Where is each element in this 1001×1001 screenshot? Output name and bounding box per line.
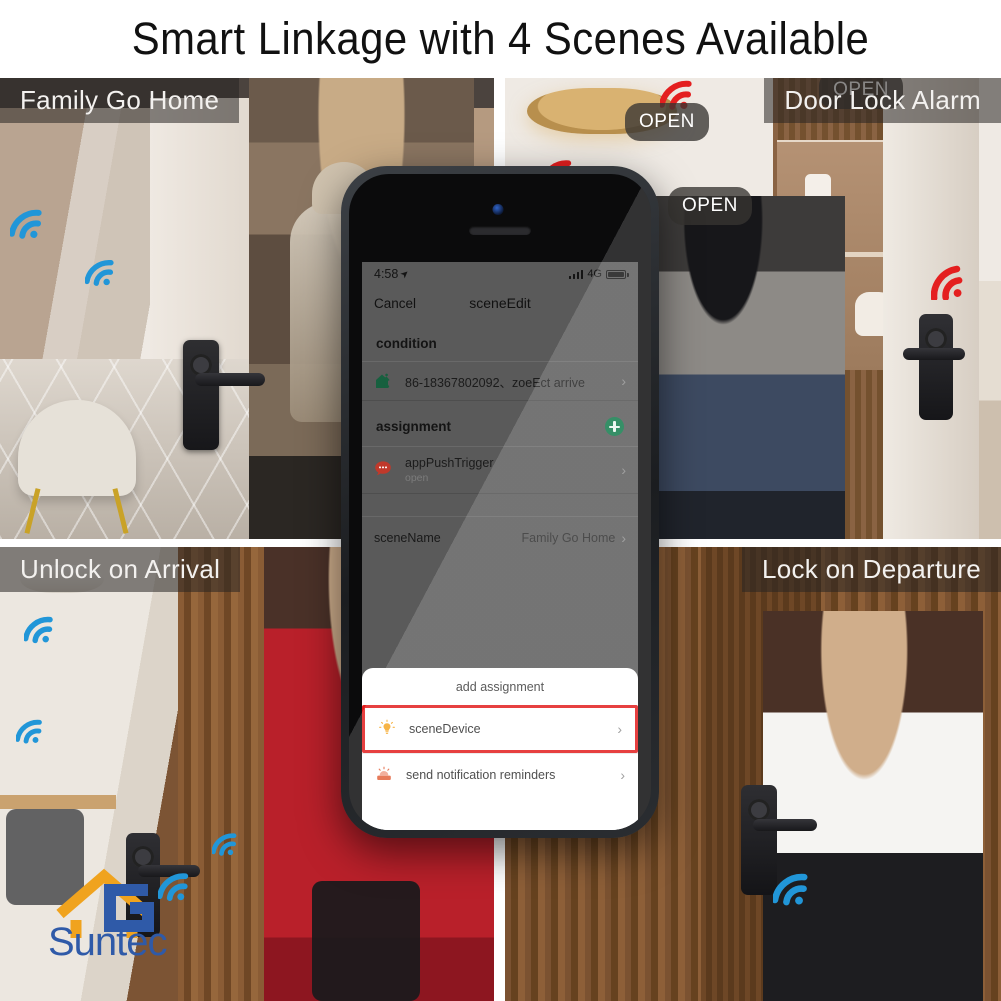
plus-circle-icon[interactable] <box>605 417 624 436</box>
assignment-row[interactable]: appPushTrigger open › <box>362 446 638 494</box>
sheet-item-scene-device[interactable]: sceneDevice › <box>362 705 638 753</box>
assignment-row-text: appPushTrigger open <box>405 456 610 484</box>
brand-name: Suntec <box>48 920 168 964</box>
smart-door-lock <box>919 314 953 420</box>
wifi-signal-icon <box>24 609 64 645</box>
home-person-arrive-icon <box>374 371 394 391</box>
assignment-header-label: assignment <box>376 419 452 434</box>
phone-mockup: 4:58 ➤ 4G Cancel sceneEdit condition 86-… <box>341 166 659 838</box>
bulb-icon <box>378 719 398 739</box>
alarm-signal-icon <box>931 258 979 300</box>
door-handle <box>195 373 265 386</box>
door-handle <box>903 348 965 360</box>
intruder-figure <box>635 196 845 539</box>
chevron-right-icon: › <box>620 767 625 783</box>
open-status-badge: OPEN <box>668 187 752 225</box>
scene-name-row[interactable]: sceneName Family Go Home › <box>362 516 638 559</box>
sheet-item-send-notification[interactable]: send notification reminders › <box>362 753 638 796</box>
cellular-signal-icon <box>568 269 584 279</box>
scene-caption-family-go-home: Family Go Home <box>0 78 240 123</box>
sheet-item-label: send notification reminders <box>406 768 556 782</box>
chevron-right-icon: › <box>621 530 626 546</box>
scene-caption-unlock-on-arrival: Unlock on Arrival <box>0 547 241 592</box>
scene-caption-door-lock-alarm: Door Lock Alarm <box>764 78 1001 123</box>
sheet-bottom-padding <box>362 796 638 830</box>
network-type-label: 4G <box>587 268 602 280</box>
assignment-section-header: assignment <box>362 401 638 446</box>
chat-bubble-icon <box>374 460 394 480</box>
add-assignment-sheet: add assignment sceneDevice › send notifi… <box>362 668 638 830</box>
sheet-title: add assignment <box>455 680 545 694</box>
screen-title: sceneEdit <box>469 295 531 311</box>
status-bar: 4:58 ➤ 4G <box>362 262 638 286</box>
nav-bar: Cancel sceneEdit <box>362 286 638 320</box>
wifi-signal-icon <box>16 713 52 745</box>
front-camera-icon <box>492 204 504 215</box>
chevron-right-icon: › <box>621 462 626 478</box>
handbag <box>312 881 420 1001</box>
assignment-title: appPushTrigger <box>405 456 494 470</box>
earpiece-speaker <box>469 226 531 235</box>
scene-name-label: sceneName <box>374 531 441 545</box>
notification-icon <box>375 765 395 785</box>
wifi-signal-icon <box>212 827 246 857</box>
location-arrow-icon: ➤ <box>398 267 413 281</box>
condition-title: 86-18367802092、zoeEct arrive <box>405 375 585 390</box>
wifi-signal-icon <box>10 202 54 240</box>
sheet-item-label: sceneDevice <box>409 722 481 736</box>
brand-logo: Suntec <box>48 868 222 966</box>
door-handle <box>753 819 817 831</box>
battery-icon <box>606 269 629 279</box>
dining-table <box>0 795 116 809</box>
condition-section-header: condition <box>362 320 638 361</box>
chevron-right-icon: › <box>617 721 622 737</box>
scene-name-value-group: Family Go Home › <box>522 531 626 545</box>
condition-row-text: 86-18367802092、zoeEct arrive <box>405 372 610 391</box>
condition-row[interactable]: 86-18367802092、zoeEct arrive › <box>362 361 638 401</box>
scene-caption-lock-on-departure: Lock on Departure <box>741 547 1001 592</box>
woman-leaving-figure <box>763 611 983 1001</box>
phone-bezel: 4:58 ➤ 4G Cancel sceneEdit condition 86-… <box>349 174 651 830</box>
wifi-signal-icon <box>85 253 125 287</box>
open-status-badge: OPEN <box>625 103 709 141</box>
chevron-right-icon: › <box>621 373 626 389</box>
status-bar-right: 4G <box>568 268 629 280</box>
scene-name-value: Family Go Home <box>521 531 616 545</box>
assignment-subtitle: open <box>405 472 429 484</box>
page-title: Smart Linkage with 4 Scenes Available <box>131 13 870 64</box>
smart-door-lock <box>741 785 777 895</box>
smart-door-lock <box>183 340 219 450</box>
product-infographic: Smart Linkage with 4 Scenes Available Fa… <box>0 0 1001 1001</box>
clock-time: 4:58 <box>374 267 399 281</box>
status-bar-left: 4:58 ➤ <box>374 267 413 281</box>
condition-header-label: condition <box>376 336 437 351</box>
entry-door <box>883 78 979 539</box>
wifi-signal-icon <box>773 865 821 907</box>
